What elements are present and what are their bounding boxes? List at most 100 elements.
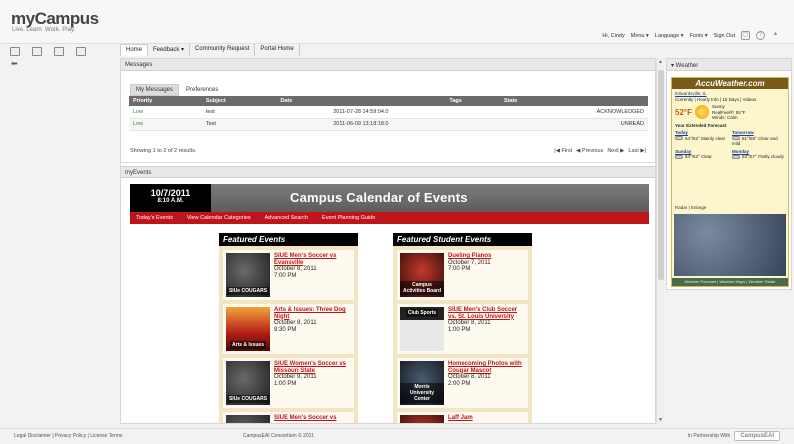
window-icon[interactable]: ▢ bbox=[741, 31, 750, 40]
column-header[interactable]: Subject bbox=[201, 96, 277, 106]
forecast-day[interactable]: Today 84°/62° Mainly clear bbox=[675, 130, 728, 147]
myevents-title: myEvents bbox=[121, 166, 655, 178]
subject-cell[interactable]: test bbox=[201, 106, 277, 119]
forecast-day[interactable]: Monday 83°/57° Partly cloudy bbox=[732, 149, 785, 160]
scrollbar-thumb[interactable] bbox=[658, 70, 664, 280]
messages-table: Priority Subject Date Tags State Low tes… bbox=[129, 96, 648, 131]
datetime-box: 10/7/2011 8:10 A.M. bbox=[130, 184, 211, 212]
current-temp: 52°F bbox=[675, 107, 692, 117]
content-panel: Messages My Messages Preferences Priorit… bbox=[120, 58, 656, 424]
signout-link[interactable]: Sign Out bbox=[714, 33, 735, 39]
event-image[interactable]: SIUe COUGARS bbox=[226, 253, 270, 297]
priority-cell: Low bbox=[129, 106, 202, 119]
event-image[interactable] bbox=[226, 415, 270, 423]
event-title-link[interactable]: SIUE Women's Soccer vs Missouri State bbox=[274, 361, 351, 374]
home-icon[interactable] bbox=[10, 46, 20, 56]
alert-icon[interactable]: ▲ bbox=[771, 31, 780, 40]
pager: |◀ First ◀ Previous Next ▶ Last ▶| bbox=[554, 148, 646, 154]
tab-home[interactable]: Home bbox=[120, 44, 149, 56]
cloud-icon bbox=[732, 154, 740, 159]
messages-title: Messages bbox=[121, 59, 655, 71]
column-header[interactable]: State bbox=[499, 96, 648, 106]
weather-title[interactable]: ▾ Weather bbox=[667, 59, 791, 71]
footer-legal-links[interactable]: Legal Disclaimer | Privacy Policy | Lice… bbox=[14, 433, 122, 439]
event-time: 2:00 PM bbox=[448, 380, 471, 387]
back-arrow-icon[interactable]: ⬅ bbox=[11, 59, 18, 68]
vertical-scrollbar[interactable]: ▲ ▼ bbox=[656, 58, 664, 424]
list-item[interactable]: Morris University Center Homecoming Phot… bbox=[397, 358, 528, 408]
scroll-up-icon[interactable]: ▲ bbox=[658, 59, 663, 65]
pager-last[interactable]: Last ▶| bbox=[628, 148, 646, 154]
event-image[interactable] bbox=[400, 415, 444, 423]
tab-community-request[interactable]: Community Request bbox=[190, 44, 256, 56]
event-image[interactable]: Morris University Center bbox=[400, 361, 444, 405]
event-image[interactable]: Arts & Issues bbox=[226, 307, 270, 351]
tools-icon[interactable] bbox=[54, 46, 64, 56]
event-image[interactable]: Club Sports bbox=[400, 307, 444, 351]
fonts-dropdown[interactable]: Fonts ▾ bbox=[690, 33, 708, 39]
forecast-heading: Your Extended Forecast bbox=[675, 122, 727, 128]
language-dropdown[interactable]: Language ▾ bbox=[655, 33, 684, 39]
list-item[interactable]: SIUe COUGARS SIUE Men's Soccer vs Evansv… bbox=[223, 250, 354, 300]
advanced-search-link[interactable]: Advanced Search bbox=[265, 215, 308, 221]
subject-cell[interactable]: Test bbox=[201, 118, 277, 131]
calendar-header: 10/7/2011 8:10 A.M. Campus Calendar of E… bbox=[130, 184, 649, 212]
column-header[interactable]: Tags bbox=[445, 96, 500, 106]
brand-logo[interactable]: myCampus bbox=[11, 9, 99, 29]
event-title-link[interactable]: Laff Jam bbox=[448, 415, 473, 422]
table-header-row: Priority Subject Date Tags State bbox=[129, 96, 648, 106]
scroll-down-icon[interactable]: ▼ bbox=[658, 417, 663, 423]
list-item[interactable]: Arts & Issues Arts & Issues: Three Dog N… bbox=[223, 304, 354, 354]
tab-feedback[interactable]: Feedback ▾ bbox=[148, 44, 191, 56]
list-item[interactable]: SIUE Men's Soccer vs bbox=[223, 412, 354, 423]
pager-previous[interactable]: ◀ Previous bbox=[576, 148, 603, 154]
radar-link[interactable]: Radar | Enlarge bbox=[675, 205, 706, 210]
calendar-title: Campus Calendar of Events bbox=[290, 190, 468, 205]
event-planning-link[interactable]: Event Planning Guide bbox=[322, 215, 375, 221]
tab-preferences[interactable]: Preferences bbox=[180, 84, 225, 96]
forecast-day[interactable]: Sunday 83°/52° Clear bbox=[675, 149, 728, 160]
calendar-icon[interactable] bbox=[32, 46, 42, 56]
event-title-link[interactable]: Homecoming Photos with Cougar Mascot bbox=[448, 361, 525, 374]
view-categories-link[interactable]: View Calendar Categories bbox=[187, 215, 251, 221]
column-header[interactable]: Priority bbox=[129, 96, 202, 106]
event-time: 9:30 PM bbox=[274, 326, 297, 333]
tab-portal-home[interactable]: Portal Home bbox=[255, 44, 300, 56]
student-events-column: Featured Student Events Campus Activitie… bbox=[393, 233, 532, 423]
menu-dropdown[interactable]: Menu ▾ bbox=[631, 33, 649, 39]
pager-next[interactable]: Next ▶ bbox=[607, 148, 624, 154]
event-time: 1:00 PM bbox=[448, 326, 471, 333]
pager-first[interactable]: |◀ First bbox=[554, 148, 572, 154]
table-row[interactable]: Low Test 2011-06-09 13:18:18.0 UNREAD bbox=[129, 118, 648, 131]
event-image[interactable]: SIUe COUGARS bbox=[226, 361, 270, 405]
event-title-link[interactable]: SIUE Men's Club Soccer vs. St. Louis Uni… bbox=[448, 307, 525, 320]
weather-footer-links[interactable]: Weather Forecast | Weather Maps | Weathe… bbox=[672, 278, 788, 286]
column-header[interactable]: Date bbox=[276, 96, 446, 106]
featured-events-column: Featured Events SIUe COUGARS SIUE Men's … bbox=[219, 233, 358, 423]
list-item[interactable]: SIUe COUGARS SIUE Women's Soccer vs Miss… bbox=[223, 358, 354, 408]
list-item[interactable]: Club Sports SIUE Men's Club Soccer vs. S… bbox=[397, 304, 528, 354]
event-title-link[interactable]: Arts & Issues: Three Dog Night bbox=[274, 307, 351, 320]
help-icon[interactable]: ? bbox=[756, 31, 765, 40]
list-item[interactable]: Laff Jam bbox=[397, 412, 528, 423]
featured-events-list: SIUe COUGARS SIUE Men's Soccer vs Evansv… bbox=[219, 246, 358, 423]
event-title-link[interactable]: Dueling Pianos bbox=[448, 253, 491, 260]
event-image[interactable]: Campus Activities Board bbox=[400, 253, 444, 297]
people-icon[interactable] bbox=[76, 46, 86, 56]
todays-events-link[interactable]: Today's Events bbox=[136, 215, 173, 221]
event-title-link[interactable]: SIUE Men's Soccer vs bbox=[274, 415, 336, 422]
cloud-icon bbox=[675, 136, 683, 141]
radar-map[interactable] bbox=[674, 214, 786, 276]
forecast-day[interactable]: Tomorrow 81°/58° Clear and mild bbox=[732, 130, 785, 147]
event-title-link[interactable]: SIUE Men's Soccer vs Evansville bbox=[274, 253, 351, 266]
partner-logo[interactable]: CampusEAI bbox=[734, 431, 780, 441]
list-item[interactable]: Campus Activities Board Dueling Pianos Oc… bbox=[397, 250, 528, 300]
accuweather-logo[interactable]: AccuWeather.com bbox=[672, 78, 788, 89]
weather-links[interactable]: Currently | Hourly Info | 15 Days | Vide… bbox=[675, 97, 785, 103]
table-row[interactable]: Low test 2011-07-28 14:59:04.0 ACKNOWLED… bbox=[129, 106, 648, 119]
tab-my-messages[interactable]: My Messages bbox=[130, 84, 180, 96]
featured-events-heading: Featured Events bbox=[219, 233, 358, 246]
partner-label: In Partnership With bbox=[687, 433, 731, 439]
state-cell: ACKNOWLEDGED bbox=[499, 106, 648, 119]
tags-cell bbox=[445, 106, 500, 119]
